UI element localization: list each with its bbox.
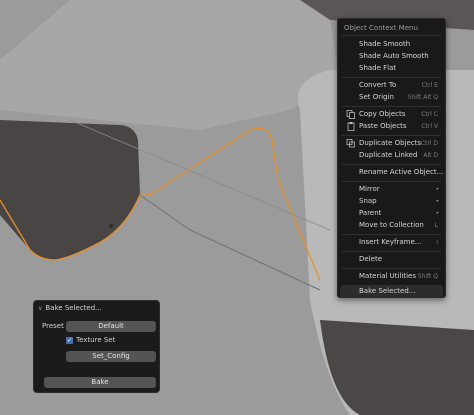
panel-header[interactable]: ∨ Bake Selected...: [38, 304, 102, 312]
set-config-button[interactable]: Set_Config: [66, 351, 156, 362]
menu-separator: [342, 35, 441, 36]
panel-title: Bake Selected...: [45, 304, 102, 312]
menu-separator: [342, 181, 441, 182]
preset-dropdown[interactable]: Default: [66, 321, 156, 332]
menu-item-copy-objects[interactable]: Copy Objects Ctrl C: [340, 109, 443, 120]
menu-item-shade-flat[interactable]: Shade Flat: [340, 63, 443, 74]
menu-item-parent[interactable]: Parent ▸: [340, 208, 443, 219]
texture-set-label: Texture Set: [76, 336, 116, 344]
object-context-menu: Object Context Menu Shade Smooth Shade A…: [337, 18, 446, 298]
menu-item-duplicate-linked[interactable]: Duplicate Linked Alt D: [340, 150, 443, 161]
menu-separator: [342, 268, 441, 269]
menu-separator: [342, 234, 441, 235]
menu-item-delete[interactable]: Delete: [340, 254, 443, 265]
copy-icon: [346, 110, 355, 119]
menu-item-set-origin[interactable]: Set Origin Shift Alt Q: [340, 92, 443, 103]
preset-label: Preset: [42, 322, 64, 330]
submenu-arrow-icon: ▸: [436, 186, 439, 192]
menu-item-shade-smooth[interactable]: Shade Smooth: [340, 39, 443, 50]
duplicate-icon: [346, 139, 355, 148]
submenu-arrow-icon: ▸: [436, 210, 439, 216]
bake-selected-panel: ∨ Bake Selected... Preset Default ✓ Textu…: [33, 300, 160, 393]
origin-point: [109, 224, 113, 228]
menu-separator: [342, 251, 441, 252]
menu-item-mirror[interactable]: Mirror ▸: [340, 184, 443, 195]
menu-separator: [342, 77, 441, 78]
menu-separator: [342, 106, 441, 107]
bake-button[interactable]: Bake: [44, 377, 156, 388]
menu-item-move-to-collection[interactable]: Move to Collection L: [340, 220, 443, 231]
menu-title: Object Context Menu: [344, 24, 418, 32]
texture-set-checkbox[interactable]: ✓: [66, 337, 73, 344]
menu-separator: [342, 164, 441, 165]
menu-item-material-utilities[interactable]: Material Utilities Shift Q: [340, 271, 443, 282]
menu-item-bake-selected[interactable]: Bake Selected...: [340, 286, 443, 297]
chevron-down-icon: ∨: [38, 305, 43, 312]
menu-item-convert-to[interactable]: Convert To Ctrl E: [340, 80, 443, 91]
menu-item-duplicate-objects[interactable]: Duplicate Objects Ctrl D: [340, 138, 443, 149]
menu-item-paste-objects[interactable]: Paste Objects Ctrl V: [340, 121, 443, 132]
paste-icon: [347, 122, 355, 131]
menu-item-insert-keyframe[interactable]: Insert Keyframe... I: [340, 237, 443, 248]
menu-item-shade-auto-smooth[interactable]: Shade Auto Smooth: [340, 51, 443, 62]
menu-separator: [342, 135, 441, 136]
submenu-arrow-icon: ▸: [436, 198, 439, 204]
menu-item-rename-active-object[interactable]: Rename Active Object...: [340, 167, 443, 178]
menu-item-snap[interactable]: Snap ▸: [340, 196, 443, 207]
